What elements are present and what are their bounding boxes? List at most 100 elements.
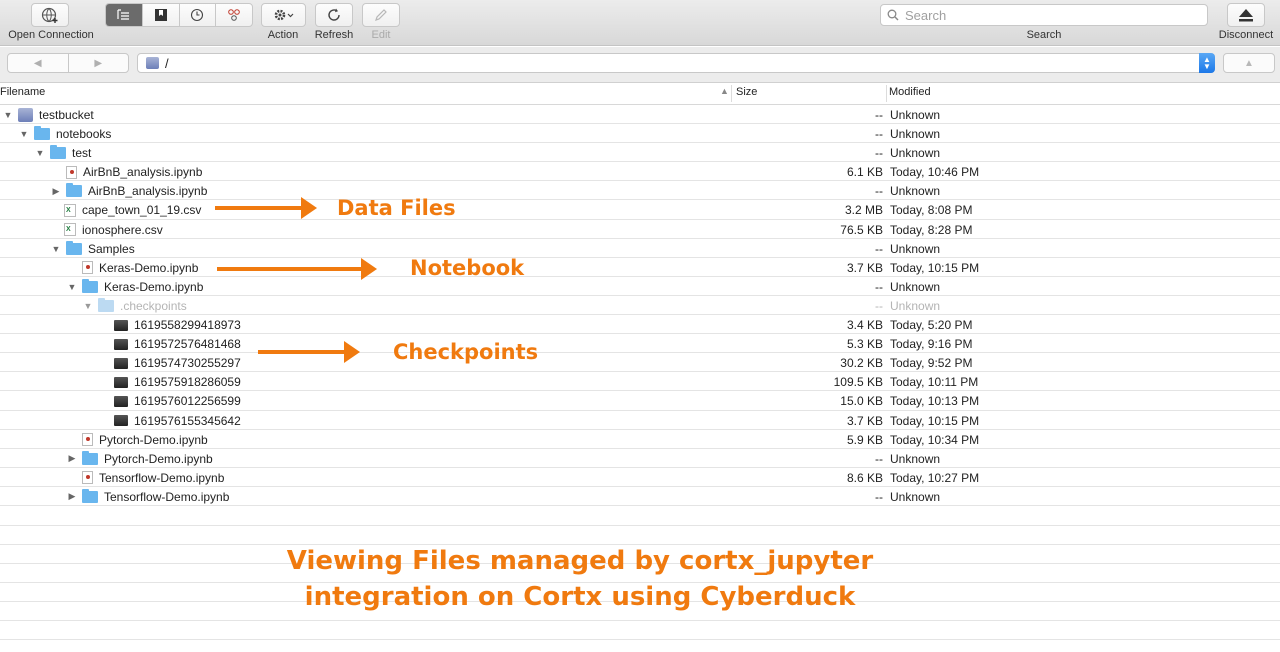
filename-column-header[interactable]: Filename xyxy=(0,86,45,98)
file-modified: Today, 10:34 PM xyxy=(890,432,980,447)
network-icon xyxy=(228,9,240,21)
file-modified: Today, 10:46 PM xyxy=(890,165,980,180)
notebook-file-icon xyxy=(82,471,93,485)
table-row[interactable]: Pytorch-Demo.ipynb 5.9 KB Today, 10:34 P… xyxy=(0,430,1280,449)
parent-directory-button[interactable]: ▲ xyxy=(1223,53,1275,73)
table-row[interactable]: ▶ Pytorch-Demo.ipynb -- Unknown xyxy=(0,449,1280,468)
file-size: -- xyxy=(875,184,883,199)
file-size: -- xyxy=(875,127,883,142)
toolbar: Open Connection Action Refresh Edit Sear… xyxy=(0,0,1280,46)
file-modified: Unknown xyxy=(890,146,941,161)
row-divider xyxy=(0,525,1280,526)
disclosure-expanded-icon[interactable]: ▼ xyxy=(18,129,30,139)
disclosure-expanded-icon[interactable]: ▼ xyxy=(82,301,94,311)
notebook-file-icon xyxy=(82,433,93,447)
edit-label: Edit xyxy=(371,29,391,41)
binary-file-icon xyxy=(114,319,128,331)
table-row[interactable]: 1619575918286059 109.5 KB Today, 10:11 P… xyxy=(0,372,1280,392)
binary-file-icon xyxy=(114,415,128,426)
file-name: testbucket xyxy=(39,108,94,122)
search-icon xyxy=(887,9,899,21)
path-selector[interactable]: / ▲ ▼ xyxy=(137,53,1215,73)
sort-ascending-icon: ▲ xyxy=(720,86,729,96)
forward-arrow-icon: ▶ xyxy=(94,57,103,69)
disclosure-collapsed-icon[interactable]: ▶ xyxy=(66,453,78,464)
open-connection-button[interactable] xyxy=(31,3,69,27)
table-row[interactable]: 1619558299418973 3.4 KB Today, 5:20 PM xyxy=(0,315,1280,335)
binary-file-icon xyxy=(114,357,128,369)
history-view-button[interactable] xyxy=(180,4,217,26)
file-modified: Today, 10:15 PM xyxy=(890,413,980,428)
table-row[interactable]: 1619576155345642 3.7 KB Today, 10:15 PM xyxy=(0,411,1280,430)
file-modified: Unknown xyxy=(890,108,941,122)
binary-file-icon xyxy=(114,376,128,388)
table-row[interactable]: Xcape_town_01_19.csv 3.2 MB Today, 8:08 … xyxy=(0,200,1280,220)
table-row[interactable]: ▶ Tensorflow-Demo.ipynb -- Unknown xyxy=(0,487,1280,506)
table-row[interactable]: 1619574730255297 30.2 KB Today, 9:52 PM xyxy=(0,353,1280,373)
table-row[interactable]: ▼ notebooks -- Unknown xyxy=(0,124,1280,144)
file-modified: Unknown xyxy=(890,451,941,466)
file-modified: Unknown xyxy=(890,279,941,294)
binary-file-icon xyxy=(114,338,128,350)
spreadsheet-file-icon: X xyxy=(64,223,76,237)
table-row[interactable]: ▼ .checkpoints -- Unknown xyxy=(0,296,1280,316)
browser-view-button[interactable] xyxy=(106,4,143,26)
folder-icon xyxy=(66,183,82,198)
disclosure-expanded-icon[interactable]: ▼ xyxy=(34,148,46,158)
bookmarks-view-button[interactable] xyxy=(143,4,180,26)
bucket-icon xyxy=(146,57,159,69)
modified-column-header[interactable]: Modified xyxy=(889,86,931,98)
file-modified: Today, 10:15 PM xyxy=(890,260,980,275)
table-row[interactable]: ▼ testbucket -- Unknown xyxy=(0,105,1280,125)
file-name: notebooks xyxy=(56,127,112,142)
size-column-header[interactable]: Size xyxy=(736,86,757,98)
table-row[interactable]: ▶ AirBnB_analysis.ipynb -- Unknown xyxy=(0,181,1280,201)
navigation-control: ◀ ▶ xyxy=(7,53,129,73)
table-row[interactable]: Tensorflow-Demo.ipynb 8.6 KB Today, 10:2… xyxy=(0,468,1280,487)
bonjour-view-button[interactable] xyxy=(216,4,252,26)
table-row[interactable]: Xionosphere.csv 76.5 KB Today, 8:28 PM xyxy=(0,220,1280,239)
table-row[interactable]: ▼ Keras-Demo.ipynb -- Unknown xyxy=(0,277,1280,296)
file-name: Keras-Demo.ipynb xyxy=(104,279,204,294)
file-modified: Today, 5:20 PM xyxy=(890,318,973,333)
edit-button[interactable] xyxy=(362,3,400,27)
table-row[interactable]: ▼ Samples -- Unknown xyxy=(0,239,1280,258)
notebook-file-icon xyxy=(82,261,93,275)
disclosure-expanded-icon[interactable]: ▼ xyxy=(2,110,14,120)
file-name: AirBnB_analysis.ipynb xyxy=(83,165,203,180)
checkpoints-arrow xyxy=(258,341,360,363)
file-size: -- xyxy=(875,279,883,294)
column-header: Filename ▲ Size Modified xyxy=(0,83,1280,105)
disclosure-collapsed-icon[interactable]: ▶ xyxy=(50,186,62,197)
file-name: 1619576012256599 xyxy=(134,394,241,409)
table-row[interactable]: ▼ test -- Unknown xyxy=(0,143,1280,163)
search-field[interactable] xyxy=(880,4,1208,26)
file-size: -- xyxy=(875,108,883,122)
disclosure-expanded-icon[interactable]: ▼ xyxy=(50,244,62,254)
up-arrow-icon: ▲ xyxy=(1244,57,1254,69)
back-button[interactable]: ◀ xyxy=(8,54,69,72)
table-row[interactable]: 1619572576481468 5.3 KB Today, 9:16 PM xyxy=(0,334,1280,354)
table-row[interactable]: Keras-Demo.ipynb 3.7 KB Today, 10:15 PM xyxy=(0,258,1280,277)
disclosure-collapsed-icon[interactable]: ▶ xyxy=(66,491,78,502)
search-input[interactable] xyxy=(905,7,1195,23)
disclosure-expanded-icon[interactable]: ▼ xyxy=(66,282,78,292)
file-name: Tensorflow-Demo.ipynb xyxy=(104,489,230,504)
bookmark-icon xyxy=(154,9,167,21)
file-name: cape_town_01_19.csv xyxy=(82,203,202,218)
table-row[interactable]: AirBnB_analysis.ipynb 6.1 KB Today, 10:4… xyxy=(0,162,1280,182)
action-button[interactable] xyxy=(261,3,306,27)
refresh-button[interactable] xyxy=(315,3,353,27)
view-segmented-control[interactable] xyxy=(105,3,253,27)
table-row[interactable]: 1619576012256599 15.0 KB Today, 10:13 PM xyxy=(0,391,1280,411)
file-name: Tensorflow-Demo.ipynb xyxy=(99,470,225,485)
folder-icon xyxy=(50,145,66,160)
row-divider xyxy=(0,639,1280,640)
file-size: 3.4 KB xyxy=(846,318,883,333)
forward-button[interactable]: ▶ xyxy=(69,54,129,72)
path-dropdown-arrows-icon[interactable]: ▲ ▼ xyxy=(1199,53,1215,73)
disconnect-button[interactable] xyxy=(1227,3,1265,27)
data-files-annotation: Data Files xyxy=(337,196,456,220)
refresh-icon xyxy=(328,8,340,21)
file-modified: Today, 10:11 PM xyxy=(890,375,979,390)
